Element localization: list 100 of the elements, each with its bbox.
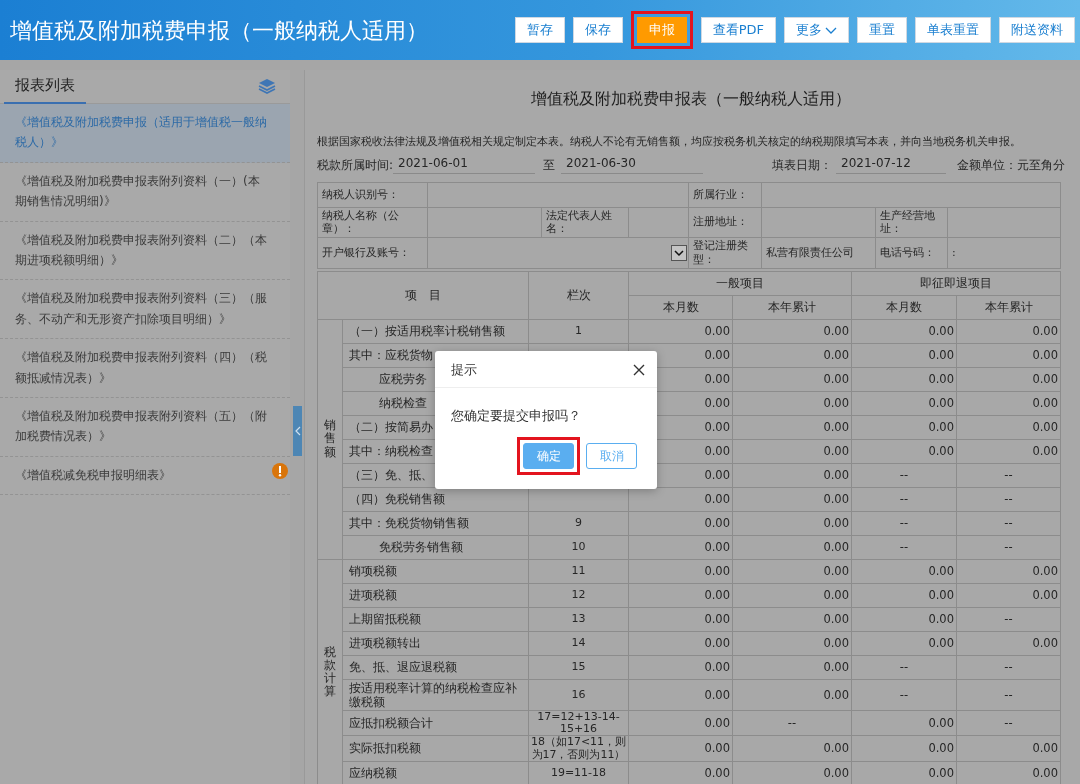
value-cell[interactable]: 0.00	[732, 487, 852, 511]
value-cell[interactable]: 0.00	[956, 439, 1061, 463]
value-cell[interactable]: 0.00	[732, 607, 852, 631]
value-cell[interactable]: 0.00	[732, 343, 852, 367]
input-field[interactable]	[761, 207, 876, 238]
toolbar-button[interactable]: 重置	[857, 17, 907, 43]
value-cell[interactable]: 0.00	[628, 735, 733, 762]
value-cell[interactable]: 0.00	[732, 319, 852, 343]
input-field[interactable]	[761, 182, 1061, 207]
value-cell[interactable]: 0.00	[851, 367, 957, 391]
toolbar-button[interactable]: 附送资料	[999, 17, 1075, 43]
row-label: 销项税额	[342, 559, 529, 583]
value-cell[interactable]: 0.00	[851, 631, 957, 655]
date-field[interactable]: 2021-06-01	[393, 153, 536, 174]
input-field[interactable]	[427, 182, 689, 207]
field-label: 纳税人名称（公章）：	[317, 207, 428, 238]
value-cell[interactable]: 0.00	[732, 655, 852, 679]
value-cell[interactable]: 0.00	[851, 559, 957, 583]
column-header: 本月数	[851, 295, 957, 319]
value-cell[interactable]: 0.00	[732, 679, 852, 711]
value-cell[interactable]: 0.00	[851, 735, 957, 762]
value-cell[interactable]: 0.00	[732, 463, 852, 487]
value-cell: --	[732, 710, 852, 736]
value-cell[interactable]: 0.00	[851, 391, 957, 415]
value-cell[interactable]: 0.00	[628, 319, 733, 343]
value-cell[interactable]: 0.00	[956, 391, 1061, 415]
column-header: 项 目	[317, 271, 529, 319]
value-cell[interactable]: 0.00	[732, 439, 852, 463]
field-label: 登记注册类型：	[688, 237, 762, 268]
toolbar-button[interactable]: 单表重置	[915, 17, 991, 43]
value-cell[interactable]: 0.00	[956, 367, 1061, 391]
date-field[interactable]: 2021-06-30	[561, 153, 704, 174]
input-field[interactable]: 私营有限责任公司	[761, 237, 876, 268]
select-field[interactable]	[427, 237, 689, 268]
value-cell[interactable]: 0.00	[628, 679, 733, 711]
value-cell[interactable]: 0.00	[851, 319, 957, 343]
warning-icon	[272, 462, 288, 479]
value-cell[interactable]: 0.00	[628, 583, 733, 607]
value-cell: --	[851, 463, 957, 487]
value-cell[interactable]: 0.00	[628, 631, 733, 655]
report-list-item[interactable]: 《增值税及附加税费申报表附列资料（三）（服务、不动产和无形资产扣除项目明细）》	[0, 280, 290, 340]
line-number: 16	[528, 679, 629, 711]
line-number: 11	[528, 559, 629, 583]
value-cell: --	[851, 679, 957, 711]
value-cell[interactable]: 0.00	[628, 655, 733, 679]
field-label: 税款所属时间:	[317, 156, 394, 174]
input-field[interactable]	[947, 207, 1061, 238]
value-cell[interactable]: 0.00	[851, 583, 957, 607]
toolbar-button[interactable]: 保存	[572, 17, 623, 43]
value-cell[interactable]: 0.00	[732, 367, 852, 391]
close-icon[interactable]	[633, 363, 645, 376]
field-label: 至	[543, 156, 556, 174]
toolbar-button[interactable]: 暂存	[514, 17, 565, 43]
input-field[interactable]: :	[947, 237, 1061, 268]
input-field[interactable]	[628, 207, 689, 238]
value-cell[interactable]: 0.00	[956, 735, 1061, 762]
field-label: 所属行业：	[688, 182, 762, 207]
value-cell[interactable]: 0.00	[851, 439, 957, 463]
report-list-item[interactable]: 《增值税及附加税费申报表附列资料（五）（附加税费情况表）》	[0, 397, 290, 457]
layers-icon[interactable]	[258, 78, 276, 94]
value-cell[interactable]: 0.00	[628, 607, 733, 631]
value-cell[interactable]: 0.00	[732, 415, 852, 439]
value-cell[interactable]: 0.00	[732, 583, 852, 607]
row-label: 实际抵扣税额	[342, 735, 529, 762]
toolbar-button[interactable]: 查看PDF	[700, 17, 776, 43]
value-cell[interactable]: 0.00	[628, 710, 733, 736]
value-cell[interactable]: 0.00	[732, 391, 852, 415]
input-field[interactable]	[427, 207, 542, 238]
collapse-handle[interactable]	[293, 406, 302, 456]
report-list-item[interactable]: 《增值税及附加税费申报表附列资料（一）(本期销售情况明细)》	[0, 162, 290, 222]
row-label: 进项税额	[342, 583, 529, 607]
line-number: 9	[528, 511, 629, 535]
toolbar-button[interactable]: 更多	[784, 17, 849, 43]
value-cell[interactable]: 0.00	[628, 511, 733, 535]
report-list-item[interactable]: 《增值税及附加税费申报表附列资料（二）（本期进项税额明细）》	[0, 221, 290, 281]
report-list-item[interactable]: 《增值税减免税申报明细表》	[0, 456, 290, 496]
value-cell[interactable]: 0.00	[851, 415, 957, 439]
value-cell[interactable]: 0.00	[956, 559, 1061, 583]
value-cell[interactable]: 0.00	[851, 343, 957, 367]
value-cell[interactable]: 0.00	[956, 343, 1061, 367]
value-cell[interactable]: 0.00	[956, 583, 1061, 607]
value-cell[interactable]: 0.00	[732, 535, 852, 559]
value-cell[interactable]: 0.00	[732, 631, 852, 655]
value-cell[interactable]: 0.00	[628, 535, 733, 559]
value-cell[interactable]: 0.00	[732, 559, 852, 583]
line-number: 1	[528, 319, 629, 343]
value-cell[interactable]: 0.00	[851, 607, 957, 631]
line-number: 17=12+13-14-15+16	[528, 710, 629, 736]
date-field[interactable]: 2021-07-12	[836, 153, 947, 174]
value-cell[interactable]: 0.00	[851, 710, 957, 736]
unit-label: 金额单位：元至角分	[957, 156, 1065, 174]
value-cell[interactable]: 0.00	[956, 415, 1061, 439]
line-number: 10	[528, 535, 629, 559]
value-cell[interactable]: 0.00	[956, 631, 1061, 655]
value-cell[interactable]: 0.00	[628, 559, 733, 583]
value-cell[interactable]: 0.00	[732, 511, 852, 535]
chevron-left-icon	[294, 426, 301, 436]
report-list-item[interactable]: 《增值税及附加税费申报表附列资料（四）（税额抵减情况表）》	[0, 339, 290, 398]
value-cell[interactable]: 0.00	[956, 319, 1061, 343]
value-cell[interactable]: 0.00	[732, 735, 852, 762]
